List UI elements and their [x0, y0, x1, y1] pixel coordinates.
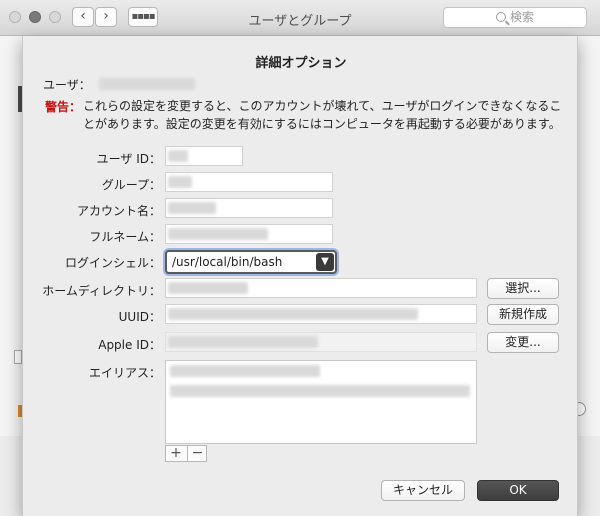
- alias-label: エイリアス：: [88, 366, 161, 380]
- login-shell-select[interactable]: /usr/local/bin/bash ▼: [165, 250, 337, 274]
- login-shell-value: /usr/local/bin/bash: [172, 255, 283, 269]
- cancel-button[interactable]: キャンセル: [381, 480, 465, 501]
- search-icon: [495, 12, 506, 22]
- warning-text: これらの設定を変更すると、このアカウントが壊れて、ユーザがログインできなくなるこ…: [83, 99, 562, 131]
- group-redacted: [168, 176, 192, 188]
- user-id-label: ユーザ ID：: [96, 152, 161, 166]
- titlebar: ‹ › ▪▪▪▪ ユーザとグループ 検索: [0, 0, 600, 36]
- uuid-field[interactable]: [165, 304, 477, 324]
- account-name-redacted: [168, 202, 216, 214]
- remove-alias-button[interactable]: −: [187, 445, 207, 462]
- ok-button[interactable]: OK: [477, 480, 559, 501]
- uuid-redacted: [168, 308, 418, 320]
- full-name-label: フルネーム：: [89, 230, 161, 244]
- account-name-field[interactable]: [165, 198, 333, 218]
- apple-id-label: Apple ID：: [98, 338, 161, 352]
- user-label: ユーザ：: [43, 78, 91, 92]
- full-name-redacted: [168, 228, 268, 240]
- choose-button[interactable]: 選択...: [487, 278, 559, 299]
- warning-label: 警告：: [45, 100, 82, 114]
- uuid-label: UUID：: [118, 310, 161, 324]
- home-directory-label: ホームディレクトリ：: [42, 284, 161, 298]
- group-field[interactable]: [165, 172, 333, 192]
- background-right-area: [578, 36, 600, 436]
- advanced-options-sheet: 詳細オプション ユーザ： 警告： これらの設定を変更すると、このアカウントが壊れ…: [22, 36, 578, 516]
- user-name-redacted: [99, 78, 195, 90]
- window: ‹ › ▪▪▪▪ ユーザとグループ 検索 詳細オプション ユーザ： 警告： これ…: [0, 0, 600, 516]
- alias-add-remove-control: + −: [165, 445, 207, 462]
- alias-list[interactable]: [165, 360, 477, 444]
- apple-id-redacted: [168, 336, 318, 348]
- user-id-redacted: [168, 150, 188, 162]
- login-shell-label: ログインシェル：: [64, 256, 161, 270]
- home-directory-redacted: [168, 282, 248, 294]
- group-label: グループ：: [101, 178, 161, 192]
- chevron-down-icon: ▼: [316, 253, 334, 271]
- user-id-field[interactable]: [165, 146, 243, 166]
- alias-item-redacted: [170, 385, 470, 397]
- search-field[interactable]: 検索: [443, 7, 587, 28]
- change-apple-id-button[interactable]: 変更...: [487, 332, 559, 353]
- home-directory-field[interactable]: [165, 278, 477, 298]
- background-control: [14, 350, 22, 364]
- full-name-field[interactable]: [165, 224, 333, 244]
- apple-id-field: [165, 332, 477, 352]
- search-placeholder: 検索: [509, 10, 534, 24]
- alias-item-redacted: [170, 365, 320, 377]
- create-new-uuid-button[interactable]: 新規作成: [487, 304, 559, 325]
- account-name-label: アカウント名：: [76, 204, 161, 218]
- add-alias-button[interactable]: +: [166, 445, 186, 462]
- sheet-title: 詳細オプション: [255, 56, 347, 71]
